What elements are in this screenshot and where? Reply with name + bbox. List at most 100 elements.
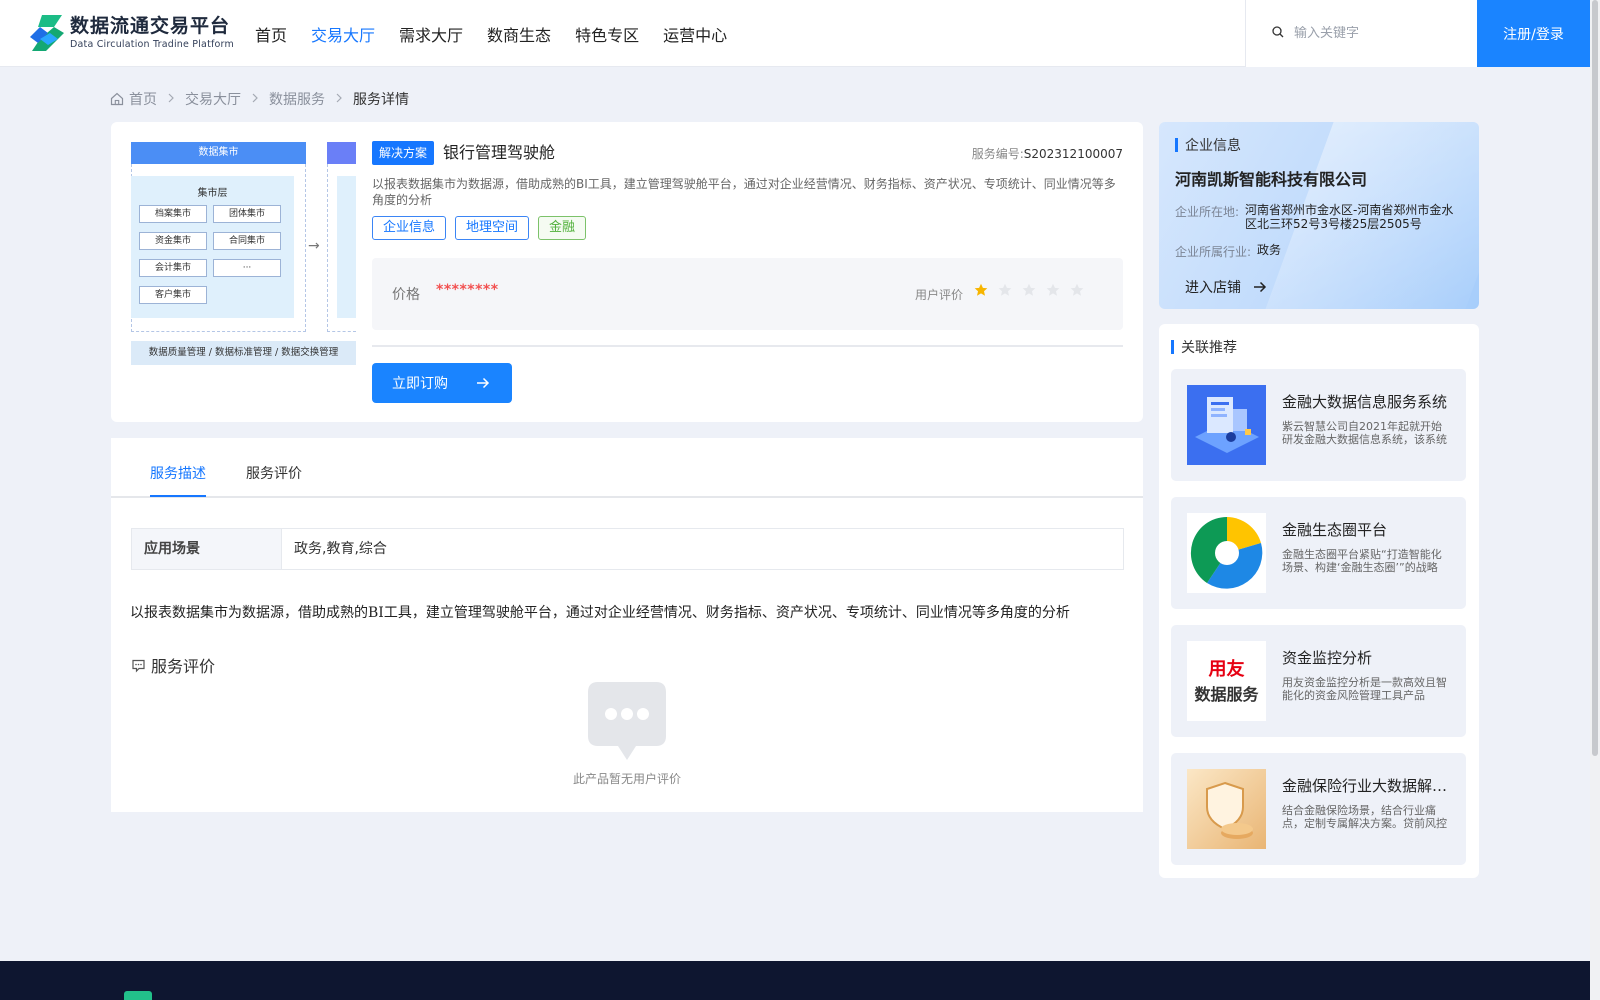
star-empty-icon[interactable] bbox=[1022, 283, 1036, 297]
thumbnail-box: 客户集市 bbox=[139, 286, 207, 304]
price-label: 价格 bbox=[392, 287, 420, 303]
logo-title: 数据流通交易平台 bbox=[70, 15, 231, 37]
page-footer bbox=[0, 961, 1590, 1000]
company-section-title: 企业信息 bbox=[1175, 135, 1241, 155]
chevron-right-icon bbox=[251, 92, 259, 106]
nav-home[interactable]: 首页 bbox=[255, 22, 287, 46]
recommendations-card: 关联推荐 金融大数据信息服务系统 紫云智慧公司自2021年起就开始研发金融大数据… bbox=[1159, 324, 1479, 878]
category-badge: 解决方案 bbox=[372, 141, 435, 165]
tag-enterprise-info[interactable]: 企业信息 bbox=[372, 216, 447, 240]
nav-trading-hall[interactable]: 交易大厅 bbox=[311, 22, 375, 46]
recommend-title: 金融大数据信息服务系统 bbox=[1282, 393, 1448, 411]
recommend-title: 金融生态圈平台 bbox=[1282, 521, 1388, 539]
scrollbar-thumb[interactable] bbox=[1592, 0, 1598, 756]
recommend-image-financial-bigdata bbox=[1187, 385, 1266, 465]
logo-subtitle: Data Circulation Tradine Platform bbox=[70, 39, 234, 50]
arrow-right-icon bbox=[476, 377, 490, 389]
thumbnail-box: 合同集市 bbox=[213, 232, 281, 250]
search-input[interactable] bbox=[1294, 26, 1464, 41]
chevron-right-icon bbox=[335, 92, 343, 106]
recommend-title: 金融保险行业大数据解决方案 bbox=[1282, 777, 1450, 795]
recommend-section-title: 关联推荐 bbox=[1171, 337, 1237, 357]
recommend-desc: 用友资金监控分析是一款高效且智能化的资金风险管理工具产品 bbox=[1282, 676, 1447, 702]
recommend-image-yonyou: 用友 数据服务 bbox=[1187, 641, 1266, 721]
recommend-item[interactable]: 金融保险行业大数据解决方案 结合金融保险场景，结合行业痛点，定制专属解决方案。贷… bbox=[1171, 753, 1466, 865]
yonyou-logo-line1: 用友 bbox=[1208, 659, 1245, 680]
recommend-item[interactable]: 金融大数据信息服务系统 紫云智慧公司自2021年起就开始研发金融大数据信息系统，… bbox=[1171, 369, 1466, 481]
thumbnail-layer-title: 集市层 bbox=[197, 188, 228, 199]
nav-operation-center[interactable]: 运营中心 bbox=[663, 22, 727, 46]
thumbnail-box: 资金集市 bbox=[139, 232, 207, 250]
enter-store-link[interactable]: 进入店铺 bbox=[1185, 277, 1267, 297]
home-icon bbox=[110, 92, 124, 106]
chevron-right-icon bbox=[167, 92, 175, 106]
section-bar bbox=[1171, 340, 1174, 354]
product-card: 数据集市 集市层 档案集市 团体集市 资金集市 合同集市 会计集市 ··· 客户… bbox=[111, 122, 1143, 422]
arrow-right-icon: → bbox=[308, 238, 320, 254]
thumbnail-header: 数据集市 bbox=[131, 142, 306, 164]
thumbnail-layer: 集市层 档案集市 团体集市 资金集市 合同集市 会计集市 ··· 客户集市 bbox=[131, 176, 294, 318]
industry-label: 企业所属行业: bbox=[1175, 245, 1252, 259]
recommend-item[interactable]: 用友 数据服务 资金监控分析 用友资金监控分析是一款高效且智能化的资金风险管理工… bbox=[1171, 625, 1466, 737]
star-empty-icon[interactable] bbox=[998, 283, 1012, 297]
attribute-key: 应用场景 bbox=[132, 529, 282, 569]
recommend-image-insurance bbox=[1187, 769, 1266, 849]
enter-store-label: 进入店铺 bbox=[1185, 280, 1241, 296]
no-reviews-text: 此产品暂无用户评价 bbox=[572, 772, 681, 786]
product-tags: 企业信息 地理空间 金融 bbox=[372, 216, 595, 240]
service-serial: 服务编号:S202312100007 bbox=[972, 145, 1123, 162]
rating-label: 用户评价 bbox=[915, 288, 964, 302]
login-register-button[interactable]: 注册/登录 bbox=[1477, 0, 1590, 67]
breadcrumb-trading-hall[interactable]: 交易大厅 bbox=[185, 89, 241, 109]
thumbnail-layer-secondary bbox=[337, 176, 356, 318]
divider bbox=[372, 345, 1123, 347]
reviews-heading-label: 服务评价 bbox=[151, 657, 216, 676]
thumbnail-box: 会计集市 bbox=[139, 259, 207, 277]
logo-mark-icon bbox=[28, 13, 66, 53]
recommend-item[interactable]: 金融生态圈平台 金融生态圈平台紧贴“打造智能化场景、构建‘金融生态圈’”的战略 bbox=[1171, 497, 1466, 609]
star-empty-icon[interactable] bbox=[1046, 283, 1060, 297]
recommend-title: 资金监控分析 bbox=[1282, 649, 1373, 667]
comment-icon bbox=[131, 658, 146, 673]
nav-demand-hall[interactable]: 需求大厅 bbox=[399, 22, 463, 46]
search-icon[interactable] bbox=[1272, 25, 1284, 42]
tab-service-description[interactable]: 服务描述 bbox=[150, 463, 206, 483]
nav-ecosystem[interactable]: 数商生态 bbox=[487, 22, 551, 46]
price-box: 价格 ******** 用户评价 bbox=[372, 258, 1123, 330]
location-label: 企业所在地: bbox=[1175, 205, 1240, 219]
search-box bbox=[1245, 0, 1477, 67]
product-description: 以报表数据集市为数据源，借助成熟的BI工具，建立管理驾驶舱平台，通过对企业经营情… bbox=[372, 177, 1116, 207]
footer-logo-icon bbox=[124, 991, 152, 1000]
breadcrumb: 首页 交易大厅 数据服务 服务详情 bbox=[110, 89, 409, 109]
recommend-section-label: 关联推荐 bbox=[1181, 340, 1237, 356]
thumbnail-footer: 数据质量管理 / 数据标准管理 / 数据交换管理 bbox=[131, 341, 356, 365]
breadcrumb-home[interactable]: 首页 bbox=[129, 89, 157, 109]
product-thumbnail[interactable]: 数据集市 集市层 档案集市 团体集市 资金集市 合同集市 会计集市 ··· 客户… bbox=[131, 142, 356, 368]
thumbnail-box: ··· bbox=[213, 259, 281, 277]
serial-label: 服务编号: bbox=[971, 147, 1024, 161]
attribute-value: 政务,教育,综合 bbox=[294, 541, 387, 557]
empty-comment-icon bbox=[584, 678, 670, 772]
price-value: ******** bbox=[436, 282, 499, 298]
site-logo[interactable]: 数据流通交易平台 Data Circulation Tradine Platfo… bbox=[28, 13, 234, 53]
star-empty-icon[interactable] bbox=[1070, 283, 1084, 297]
main-nav: 首页 交易大厅 需求大厅 数商生态 特色专区 运营中心 bbox=[255, 0, 751, 67]
tag-geo-space[interactable]: 地理空间 bbox=[455, 216, 530, 240]
tab-bar: 服务描述 服务评价 bbox=[111, 438, 1143, 498]
thumbnail-box: 档案集市 bbox=[139, 205, 207, 223]
buy-now-button[interactable]: 立即订购 bbox=[372, 363, 512, 403]
company-info-card: 企业信息 河南凯斯智能科技有限公司 企业所在地: 河南省郑州市金水区-河南省郑州… bbox=[1159, 122, 1479, 309]
tab-service-reviews[interactable]: 服务评价 bbox=[246, 463, 302, 483]
tag-finance[interactable]: 金融 bbox=[538, 216, 587, 240]
recommend-desc: 金融生态圈平台紧贴“打造智能化场景、构建‘金融生态圈’”的战略 bbox=[1282, 548, 1442, 574]
nav-special-zone[interactable]: 特色专区 bbox=[575, 22, 639, 46]
section-bar bbox=[1175, 138, 1178, 152]
recommend-desc: 紫云智慧公司自2021年起就开始研发金融大数据信息系统，该系统 bbox=[1282, 420, 1447, 446]
rating-stars bbox=[974, 283, 1094, 297]
arrow-right-icon bbox=[1253, 281, 1267, 293]
company-section-label: 企业信息 bbox=[1185, 138, 1241, 154]
company-name: 河南凯斯智能科技有限公司 bbox=[1175, 170, 1368, 189]
product-title: 银行管理驾驶舱 bbox=[443, 143, 556, 162]
star-filled-icon[interactable] bbox=[974, 283, 988, 297]
breadcrumb-data-service[interactable]: 数据服务 bbox=[269, 89, 325, 109]
